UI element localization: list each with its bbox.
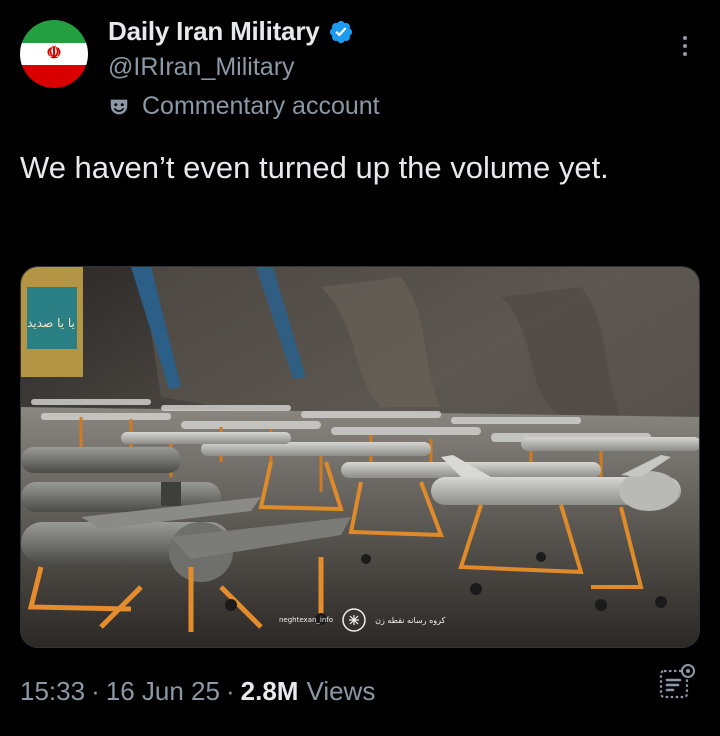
theater-mask-icon: [110, 99, 128, 114]
watermark-left-text: neghtexan_info: [279, 616, 334, 624]
author-name-row[interactable]: Daily Iran Military: [108, 16, 354, 47]
more-dot: [683, 52, 687, 56]
meta-separator: ·: [91, 676, 100, 706]
more-dot: [683, 44, 687, 48]
tweet-text: We haven’t even turned up the volume yet…: [20, 150, 609, 185]
watermark-right-text: کروه رسانه نقطه زن: [375, 615, 446, 625]
verified-badge-icon: [329, 20, 352, 43]
banner-text: یا یا صدید: [27, 316, 75, 330]
flag-green-stripe: [20, 20, 88, 43]
tweet-time[interactable]: 15:33: [20, 676, 85, 707]
tweet-media-image[interactable]: یا یا صدید neghtexan_info کروه رسانه نقط…: [20, 266, 700, 648]
drone-tunnel-photo: یا یا صدید: [21, 267, 699, 647]
account-label-row: Commentary account: [108, 92, 380, 121]
flag-red-stripe: [20, 65, 88, 88]
analytics-icon[interactable]: [656, 662, 696, 702]
handle[interactable]: @IRIran_Military: [108, 53, 295, 82]
watermark-logo-icon: [342, 608, 366, 632]
more-dot: [683, 36, 687, 40]
tweet-date[interactable]: 16 Jun 25: [106, 676, 220, 707]
tweet-meta-row: 15:33 · 16 Jun 25 · 2.8M Views: [20, 676, 375, 707]
views-count: 2.8M: [240, 676, 299, 706]
meta-separator: ·: [225, 676, 235, 706]
avatar[interactable]: ☫: [20, 20, 88, 88]
account-label-text: Commentary account: [142, 92, 380, 120]
image-watermark: neghtexan_info کروه رسانه نقطه زن: [279, 607, 445, 633]
views-label: Views: [306, 676, 376, 706]
iran-emblem-icon: ☫: [46, 43, 62, 64]
display-name[interactable]: Daily Iran Military: [108, 16, 320, 47]
more-vertical-icon[interactable]: [672, 32, 698, 60]
